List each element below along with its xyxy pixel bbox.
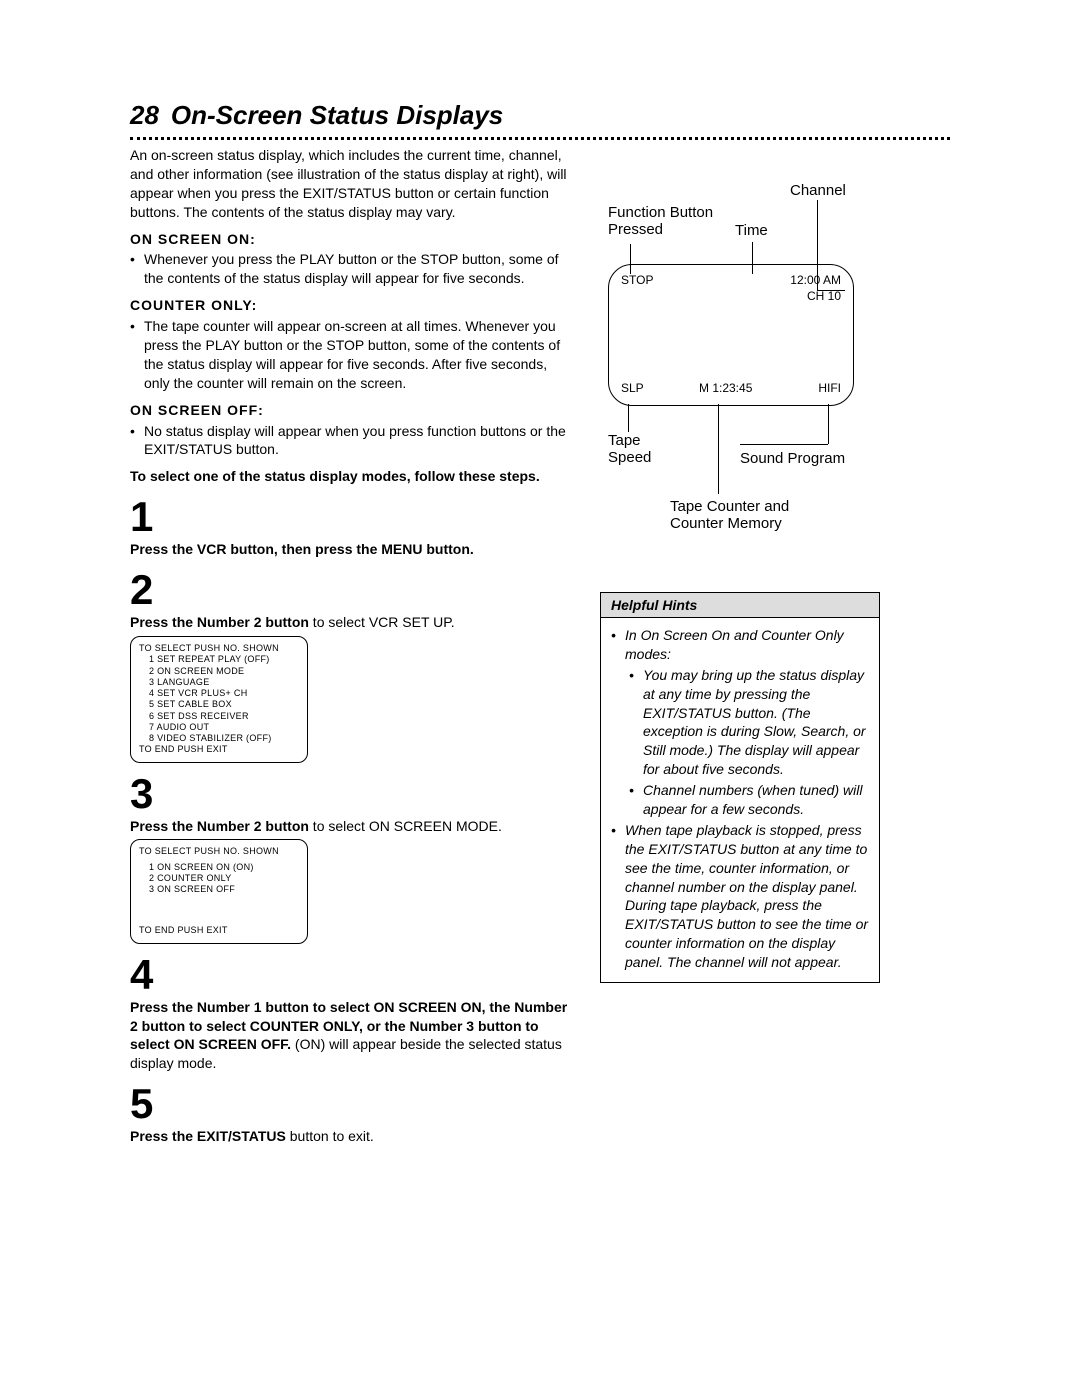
bullet-icon: • xyxy=(130,250,144,288)
content-columns: An on-screen status display, which inclu… xyxy=(130,146,950,1146)
osd1-footer: TO END PUSH EXIT xyxy=(139,744,299,755)
osd-menu-on-screen-mode: TO SELECT PUSH NO. SHOWN 1 ON SCREEN ON … xyxy=(130,839,308,943)
step-5-number: 5 xyxy=(130,1083,570,1125)
leader-line xyxy=(628,404,629,432)
tv-status-tape-speed: SLP xyxy=(621,381,644,395)
bullet-icon: • xyxy=(611,626,625,664)
step-2-text: Press the Number 2 button to select VCR … xyxy=(130,613,570,632)
tv-status-hifi: HIFI xyxy=(818,381,841,395)
label-channel: Channel xyxy=(790,182,846,199)
label-tape-counter: Tape Counter and Counter Memory xyxy=(670,498,789,532)
label-time: Time xyxy=(735,222,768,239)
chapter-number: 28 xyxy=(130,100,159,131)
label-tape-speed: Tape Speed xyxy=(608,432,651,466)
dotted-rule xyxy=(130,137,950,140)
step-5-rest: button to exit. xyxy=(286,1128,374,1144)
osd2-title: TO SELECT PUSH NO. SHOWN xyxy=(139,846,299,857)
mode-counter-head: COUNTER ONLY: xyxy=(130,296,570,315)
chapter-title-text: On-Screen Status Displays xyxy=(171,100,503,131)
leader-line xyxy=(740,444,828,445)
tv-status-stop: STOP xyxy=(621,273,653,287)
step-1-bold: Press the VCR button, then press the MEN… xyxy=(130,541,474,557)
status-display-illustration: Channel Function Button Pressed Time STO… xyxy=(600,182,880,542)
mode-counter-bullet: • The tape counter will appear on-screen… xyxy=(130,317,570,393)
step-4-number: 4 xyxy=(130,954,570,996)
step-1-number: 1 xyxy=(130,496,570,538)
step-3-text: Press the Number 2 button to select ON S… xyxy=(130,817,570,836)
label-sound-program: Sound Program xyxy=(740,450,845,467)
bullet-icon: • xyxy=(629,666,643,779)
osd2-line: 1 ON SCREEN ON (ON) xyxy=(139,862,299,873)
mode-on-head: ON SCREEN ON: xyxy=(130,230,570,249)
step-2-number: 2 xyxy=(130,569,570,611)
mode-off-text: No status display will appear when you p… xyxy=(144,422,570,460)
osd1-line: 7 AUDIO OUT xyxy=(139,722,299,733)
intro-paragraph: An on-screen status display, which inclu… xyxy=(130,146,570,222)
osd1-line: 2 ON SCREEN MODE xyxy=(139,666,299,677)
step-3-rest: to select ON SCREEN MODE. xyxy=(309,818,502,834)
step-5-text: Press the EXIT/STATUS button to exit. xyxy=(130,1127,570,1146)
mode-off-bullet: • No status display will appear when you… xyxy=(130,422,570,460)
osd2-line: 3 ON SCREEN OFF xyxy=(139,884,299,895)
bullet-icon: • xyxy=(130,422,144,460)
helpful-hints-body: • In On Screen On and Counter Only modes… xyxy=(601,618,879,982)
step-2-bold: Press the Number 2 button xyxy=(130,614,309,630)
left-column: An on-screen status display, which inclu… xyxy=(130,146,570,1146)
follow-steps-heading: To select one of the status display mode… xyxy=(130,467,570,486)
osd1-line: 4 SET VCR PLUS+ CH xyxy=(139,688,299,699)
osd1-line: 1 SET REPEAT PLAY (OFF) xyxy=(139,654,299,665)
manual-page: 28 On-Screen Status Displays An on-scree… xyxy=(0,0,1080,1397)
step-1-text: Press the VCR button, then press the MEN… xyxy=(130,540,570,559)
osd-menu-vcr-setup: TO SELECT PUSH NO. SHOWN 1 SET REPEAT PL… xyxy=(130,636,308,763)
osd2-footer: TO END PUSH EXIT xyxy=(139,925,299,936)
osd1-line: 8 VIDEO STABILIZER (OFF) xyxy=(139,733,299,744)
mode-counter-text: The tape counter will appear on-screen a… xyxy=(144,317,570,393)
bullet-icon: • xyxy=(130,317,144,393)
mode-on-text: Whenever you press the PLAY button or th… xyxy=(144,250,570,288)
step-3-bold: Press the Number 2 button xyxy=(130,818,309,834)
step-4-text: Press the Number 1 button to select ON S… xyxy=(130,998,570,1074)
hints-para2: When tape playback is stopped, press the… xyxy=(625,821,869,972)
osd1-line: 5 SET CABLE BOX xyxy=(139,699,299,710)
tv-screen: STOP 12:00 AM CH 10 SLP M 1:23:45 HIFI xyxy=(608,264,854,406)
osd2-line: 2 COUNTER ONLY xyxy=(139,873,299,884)
hints-sub2: Channel numbers (when tuned) will appear… xyxy=(643,781,869,819)
right-column: Channel Function Button Pressed Time STO… xyxy=(600,146,880,1146)
bullet-icon: • xyxy=(629,781,643,819)
osd1-line: 3 LANGUAGE xyxy=(139,677,299,688)
bullet-icon: • xyxy=(611,821,625,972)
leader-line xyxy=(828,404,829,444)
page-title: 28 On-Screen Status Displays xyxy=(130,100,950,131)
tv-status-counter: M 1:23:45 xyxy=(699,381,752,395)
helpful-hints-box: Helpful Hints • In On Screen On and Coun… xyxy=(600,592,880,983)
tv-status-channel: CH 10 xyxy=(807,289,841,303)
leader-line xyxy=(718,404,719,494)
step-2-rest: to select VCR SET UP. xyxy=(309,614,455,630)
mode-off-head: ON SCREEN OFF: xyxy=(130,401,570,420)
label-function-pressed: Function Button Pressed xyxy=(608,204,713,238)
hints-sub1: You may bring up the status display at a… xyxy=(643,666,869,779)
osd1-line: 6 SET DSS RECEIVER xyxy=(139,711,299,722)
step-5-bold: Press the EXIT/STATUS xyxy=(130,1128,286,1144)
hints-top: In On Screen On and Counter Only modes: xyxy=(625,626,869,664)
helpful-hints-title: Helpful Hints xyxy=(601,593,879,618)
step-3-number: 3 xyxy=(130,773,570,815)
tv-status-clock: 12:00 AM xyxy=(790,273,841,287)
osd1-title: TO SELECT PUSH NO. SHOWN xyxy=(139,643,299,654)
mode-on-bullet: • Whenever you press the PLAY button or … xyxy=(130,250,570,288)
